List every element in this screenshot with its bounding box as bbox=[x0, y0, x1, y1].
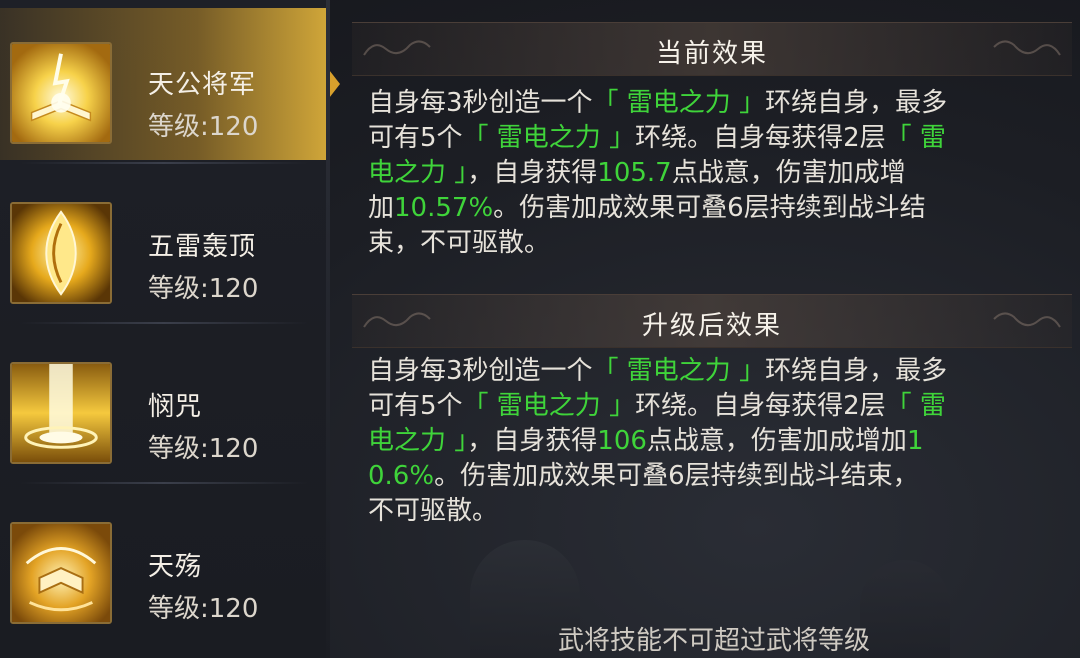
skill-item-wulei[interactable]: 五雷轰顶 等级:120 bbox=[0, 162, 328, 322]
skill-item-minzhou[interactable]: 悯咒 等级:120 bbox=[0, 322, 328, 482]
skill-item-tiangong[interactable]: 天公将军 等级:120 bbox=[0, 8, 340, 160]
skill-name: 天殇 bbox=[148, 552, 203, 582]
highlight-text: 106 bbox=[597, 426, 647, 456]
upgraded-effect-header: 升级后效果 bbox=[352, 294, 1072, 348]
highlight-text: 电之力 」 bbox=[368, 158, 468, 188]
description-text: 环绕。自身每获得2层 bbox=[635, 391, 886, 421]
description-text: 。伤害加成效果可叠6层持续到战斗结 bbox=[493, 193, 926, 223]
skill-name: 五雷轰顶 bbox=[148, 232, 257, 262]
current-effect-description: 自身每3秒创造一个「 雷电之力 」环绕自身，最多 可有5个「 雷电之力 」环绕。自… bbox=[368, 86, 1038, 261]
highlight-text: 电之力 」 bbox=[368, 426, 468, 456]
description-text: 环绕自身，最多 bbox=[765, 88, 948, 118]
description-line: 可有5个「 雷电之力 」环绕。自身每获得2层「 雷 bbox=[368, 389, 1038, 424]
selected-arrow-icon bbox=[326, 66, 340, 102]
divider bbox=[20, 482, 308, 484]
description-line: 自身每3秒创造一个「 雷电之力 」环绕自身，最多 bbox=[368, 86, 1038, 121]
light-pillar-icon bbox=[10, 362, 112, 464]
description-line: 电之力 」，自身获得105.7点战意，伤害加成增 bbox=[368, 156, 1038, 191]
divider bbox=[20, 322, 308, 324]
upgraded-effect-title: 升级后效果 bbox=[641, 311, 782, 341]
highlight-text: 「 雷 bbox=[885, 123, 946, 153]
description-line: 可有5个「 雷电之力 」环绕。自身每获得2层「 雷 bbox=[368, 121, 1038, 156]
skill-effect-panel: 当前效果 自身每3秒创造一个「 雷电之力 」环绕自身，最多 可有5个「 雷电之力 … bbox=[340, 0, 1080, 658]
upgraded-effect-description: 自身每3秒创造一个「 雷电之力 」环绕自身，最多 可有5个「 雷电之力 」环绕。自… bbox=[368, 354, 1038, 529]
scroll-burst-icon bbox=[10, 522, 112, 624]
highlight-text: 「 雷电之力 」 bbox=[462, 391, 636, 421]
description-text: 加 bbox=[368, 193, 395, 223]
description-line: 自身每3秒创造一个「 雷电之力 」环绕自身，最多 bbox=[368, 354, 1038, 389]
description-line: 束，不可驱散。 bbox=[368, 226, 1038, 261]
description-line: 0.6%。伤害加成效果可叠6层持续到战斗结束， bbox=[368, 459, 1038, 494]
highlight-text: 「 雷电之力 」 bbox=[592, 356, 766, 386]
divider bbox=[20, 162, 308, 164]
description-text: 自身每3秒创造一个 bbox=[368, 88, 593, 118]
highlight-text: 105.7 bbox=[597, 158, 672, 188]
description-text: 束，不可驱散。 bbox=[368, 228, 551, 258]
skill-list: 天公将军 等级:120 五雷轰顶 等级:120 悯咒 等级:120 天殇 等级:… bbox=[0, 0, 340, 658]
description-text: 。伤害加成效果可叠6层持续到战斗结束， bbox=[434, 461, 919, 491]
current-effect-title: 当前效果 bbox=[655, 39, 768, 69]
cloud-ornament-icon bbox=[993, 312, 1061, 328]
description-line: 加10.57%。伤害加成效果可叠6层持续到战斗结 bbox=[368, 191, 1038, 226]
level-cap-note: 武将技能不可超过武将等级 bbox=[558, 626, 871, 656]
skill-level: 等级:120 bbox=[148, 434, 259, 464]
skill-name: 天公将军 bbox=[148, 70, 257, 100]
highlight-text: 「 雷电之力 」 bbox=[462, 123, 636, 153]
description-text: 点战意，伤害加成增加 bbox=[646, 426, 907, 456]
thunder-eye-icon bbox=[10, 202, 112, 304]
skill-level: 等级:120 bbox=[148, 274, 259, 304]
skill-item-tianshang[interactable]: 天殇 等级:120 bbox=[0, 482, 328, 642]
highlight-text: 0.6% bbox=[368, 461, 435, 491]
cloud-ornament-icon bbox=[993, 40, 1061, 56]
skill-level: 等级:120 bbox=[148, 112, 259, 142]
highlight-text: 「 雷电之力 」 bbox=[592, 88, 766, 118]
highlight-text: 「 雷 bbox=[885, 391, 946, 421]
description-text: ，自身获得 bbox=[467, 426, 598, 456]
description-text: 不可驱散。 bbox=[368, 496, 499, 526]
description-line: 不可驱散。 bbox=[368, 494, 1038, 529]
background-arch bbox=[860, 560, 950, 658]
book-lightning-icon bbox=[10, 42, 112, 144]
description-text: 可有5个 bbox=[368, 391, 463, 421]
skill-name: 悯咒 bbox=[148, 392, 203, 422]
current-effect-header: 当前效果 bbox=[352, 22, 1072, 76]
description-text: 环绕。自身每获得2层 bbox=[635, 123, 886, 153]
skill-level: 等级:120 bbox=[148, 594, 259, 624]
highlight-text: 1 bbox=[906, 426, 924, 456]
description-text: 可有5个 bbox=[368, 123, 463, 153]
description-line: 电之力 」，自身获得106点战意，伤害加成增加1 bbox=[368, 424, 1038, 459]
highlight-text: 10.57% bbox=[394, 193, 494, 223]
description-text: 环绕自身，最多 bbox=[765, 356, 948, 386]
description-text: 自身每3秒创造一个 bbox=[368, 356, 593, 386]
description-text: ，自身获得 bbox=[467, 158, 598, 188]
description-text: 点战意，伤害加成增 bbox=[671, 158, 906, 188]
